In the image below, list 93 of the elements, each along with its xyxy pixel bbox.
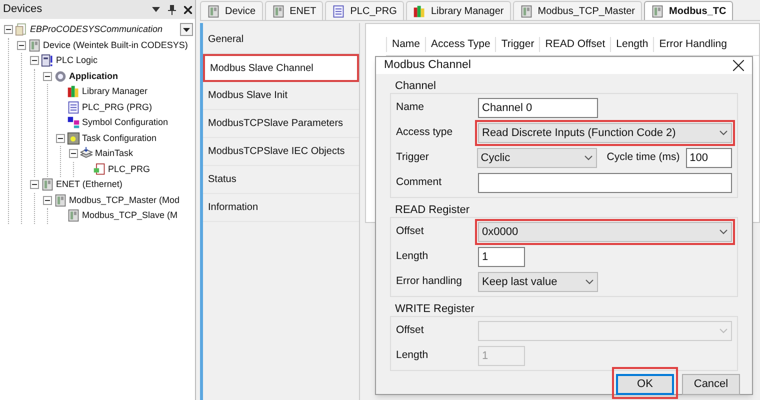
close-icon[interactable] (184, 6, 192, 14)
task-icon (67, 132, 80, 145)
tab[interactable]: ENET (264, 1, 324, 20)
dropdown[interactable]: Keep last value (478, 272, 598, 292)
collapse-icon[interactable] (17, 40, 26, 50)
document-icon (332, 4, 346, 18)
input-field[interactable]: 100 (686, 148, 732, 168)
tree-item[interactable]: Device (Weintek Built-in CODESYS) (43, 38, 188, 52)
column-header[interactable]: Name (386, 36, 426, 52)
document-icon (93, 162, 106, 176)
tree-item[interactable]: EBProCODESYSCommunication (30, 23, 163, 36)
gear-icon (54, 70, 67, 83)
collapse-icon[interactable] (43, 196, 52, 205)
device-icon (67, 209, 80, 222)
dropdown[interactable]: 0x0000 (478, 222, 732, 242)
tree-item[interactable]: Application (69, 70, 118, 83)
collapse-icon[interactable] (30, 180, 39, 190)
tree-item[interactable]: PLC_PRG (PRG) (82, 100, 152, 114)
tree-item[interactable]: Task Configuration (82, 132, 157, 145)
collapse-icon[interactable] (30, 56, 39, 66)
tree-item[interactable]: PLC Logic (56, 54, 98, 68)
column-header[interactable]: Error Handling (653, 36, 732, 52)
field-label: Name (396, 100, 426, 116)
device-icon (41, 178, 54, 192)
chevron-down-icon (719, 130, 728, 136)
sidebar-item[interactable]: Modbus Slave Channel (203, 54, 359, 82)
tree-item[interactable]: Symbol Configuration (82, 116, 168, 130)
column-header[interactable]: Access Type (425, 36, 496, 52)
field-label: Access type (396, 125, 454, 140)
column-header[interactable]: READ Offset (539, 36, 610, 52)
sidebar-item[interactable]: ModbusTCPSlave Parameters (203, 110, 359, 138)
pin-icon[interactable] (168, 4, 176, 14)
sidebar-item[interactable]: Modbus Slave Init (203, 82, 359, 110)
dialog-button[interactable]: Cancel (682, 374, 740, 395)
input-field[interactable]: Channel 0 (478, 98, 598, 118)
project-icon (15, 23, 28, 36)
tree-item[interactable]: Modbus_TCP_Master (Mod (69, 194, 180, 207)
group-title: WRITE Register (394, 303, 476, 316)
tab[interactable]: Modbus_TC (644, 1, 734, 20)
books-icon (67, 85, 80, 98)
device-icon (651, 4, 664, 18)
group-title: Channel (394, 80, 437, 94)
stack-icon (80, 147, 93, 160)
device-icon (520, 4, 533, 18)
close-icon[interactable] (733, 60, 744, 72)
device-icon (54, 194, 67, 207)
input-field[interactable] (478, 173, 732, 194)
collapse-icon[interactable] (43, 72, 52, 81)
dropdown[interactable]: Cyclic (476, 148, 597, 168)
field-label: Comment (396, 175, 443, 190)
chevron-down-icon (719, 229, 728, 236)
chevron-down-icon (719, 328, 728, 334)
column-header[interactable]: Length (610, 36, 654, 52)
books-icon (412, 4, 426, 18)
collapse-icon[interactable] (4, 25, 13, 34)
field-label: Offset (396, 323, 425, 338)
chevron-down-icon (585, 279, 594, 286)
dropdown-button[interactable] (180, 23, 193, 36)
tree-item[interactable]: MainTask (95, 147, 134, 160)
blocks-icon (67, 116, 80, 130)
input-field[interactable]: 1 (478, 247, 525, 268)
chevron-down-icon (584, 155, 593, 162)
panel-title: Devices (3, 2, 44, 18)
group-title: READ Register (394, 204, 471, 218)
tab[interactable]: Device (200, 1, 263, 20)
device-icon (272, 4, 285, 18)
tab[interactable]: PLC_PRG (325, 1, 404, 20)
field-label: Length (396, 348, 430, 364)
document-icon (67, 100, 80, 114)
sidebar-item[interactable]: ModbusTCPSlave IEC Objects (203, 138, 359, 166)
field-label: Error handling (396, 274, 463, 290)
device-icon (207, 4, 220, 18)
tab[interactable]: Modbus_TCP_Master (512, 1, 642, 20)
tree-item[interactable]: ENET (Ethernet) (56, 178, 122, 192)
tree-item[interactable]: Modbus_TCP_Slave (M (82, 209, 178, 222)
field-label: Length (396, 249, 430, 264)
dialog-title: Modbus Channel (384, 58, 472, 73)
tree-item[interactable]: Library Manager (82, 85, 148, 98)
tree-item[interactable]: PLC_PRG (108, 162, 150, 176)
sidebar-item[interactable]: Information (203, 194, 359, 222)
dialog-button[interactable]: OK (616, 374, 674, 395)
field-label: Cycle time (ms) (606, 150, 681, 166)
tab[interactable]: Library Manager (406, 1, 511, 20)
device-icon (28, 38, 41, 52)
dropdown-icon[interactable] (152, 7, 160, 12)
dropdown[interactable]: Read Discrete Inputs (Function Code 2) (478, 123, 732, 144)
column-header[interactable]: Trigger (495, 36, 540, 52)
collapse-icon[interactable] (69, 149, 78, 158)
sidebar-item[interactable]: Status (203, 166, 359, 194)
collapse-icon[interactable] (56, 134, 65, 143)
field-label: Offset (396, 224, 425, 240)
plc-icon (41, 54, 54, 68)
field-label: Trigger (396, 150, 430, 166)
